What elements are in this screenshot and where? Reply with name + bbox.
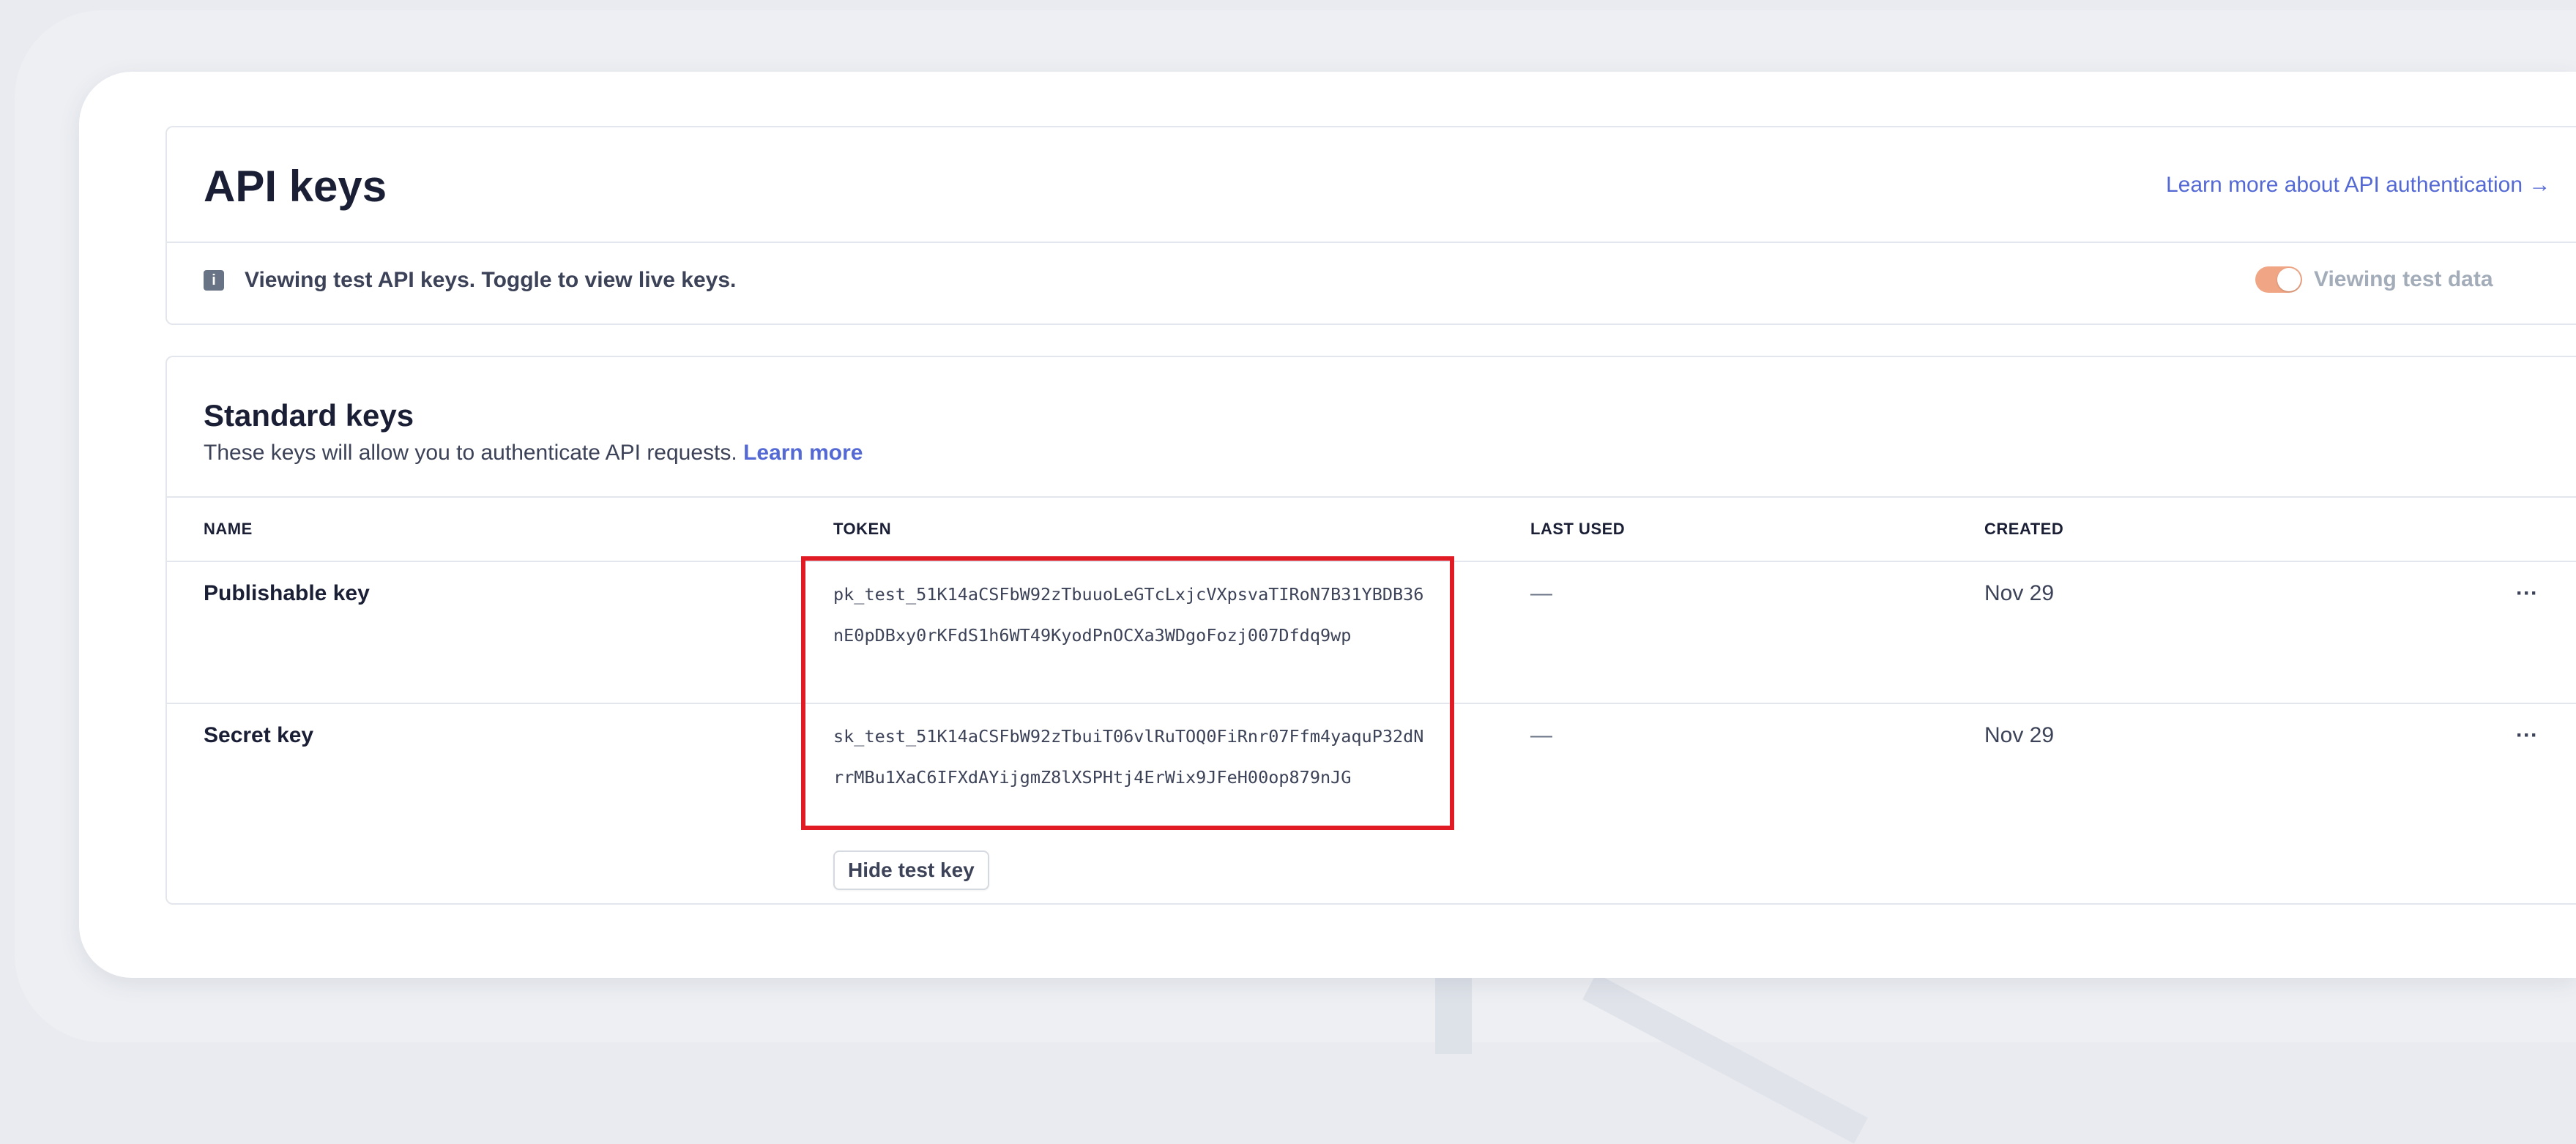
column-header-last-used: LAST USED — [1530, 520, 1626, 538]
key-name: Publishable key — [204, 581, 370, 605]
background-decoration — [1435, 966, 1472, 1054]
info-icon: i — [204, 270, 224, 291]
hide-test-key-button[interactable]: Hide test key — [833, 850, 989, 890]
divider — [167, 496, 2576, 498]
column-header-created: CREATED — [1984, 520, 2064, 538]
toggle-label: Viewing test data — [2314, 267, 2493, 291]
highlight-box — [801, 556, 1454, 830]
learn-api-authentication-link[interactable]: Learn more about API authentication → — [2166, 173, 2550, 198]
test-mode-notice-text: Viewing test API keys. Toggle to view li… — [245, 268, 737, 292]
api-keys-header-card: API keys Learn more about API authentica… — [165, 126, 2576, 325]
created-value: Nov 29 — [1984, 723, 2055, 747]
toggle-switch[interactable] — [2255, 266, 2302, 293]
last-used-value: — — [1530, 723, 1552, 747]
row-more-button[interactable]: ··· — [2516, 723, 2538, 748]
page-title: API keys — [204, 162, 387, 211]
section-description-text: These keys will allow you to authenticat… — [204, 441, 737, 465]
last-used-value: — — [1530, 581, 1552, 605]
column-header-name: NAME — [204, 520, 253, 538]
row-more-button[interactable]: ··· — [2516, 581, 2538, 606]
section-title: Standard keys — [204, 398, 414, 433]
learn-more-link[interactable]: Learn more — [743, 441, 863, 465]
key-name: Secret key — [204, 723, 314, 747]
created-value: Nov 29 — [1984, 581, 2055, 605]
test-data-toggle[interactable]: Viewing test data — [2255, 266, 2493, 293]
test-mode-notice: i Viewing test API keys. Toggle to view … — [204, 268, 736, 293]
section-description: These keys will allow you to authenticat… — [204, 441, 863, 466]
column-header-token: TOKEN — [833, 520, 892, 538]
toggle-knob — [2277, 268, 2301, 291]
divider — [167, 242, 2576, 243]
